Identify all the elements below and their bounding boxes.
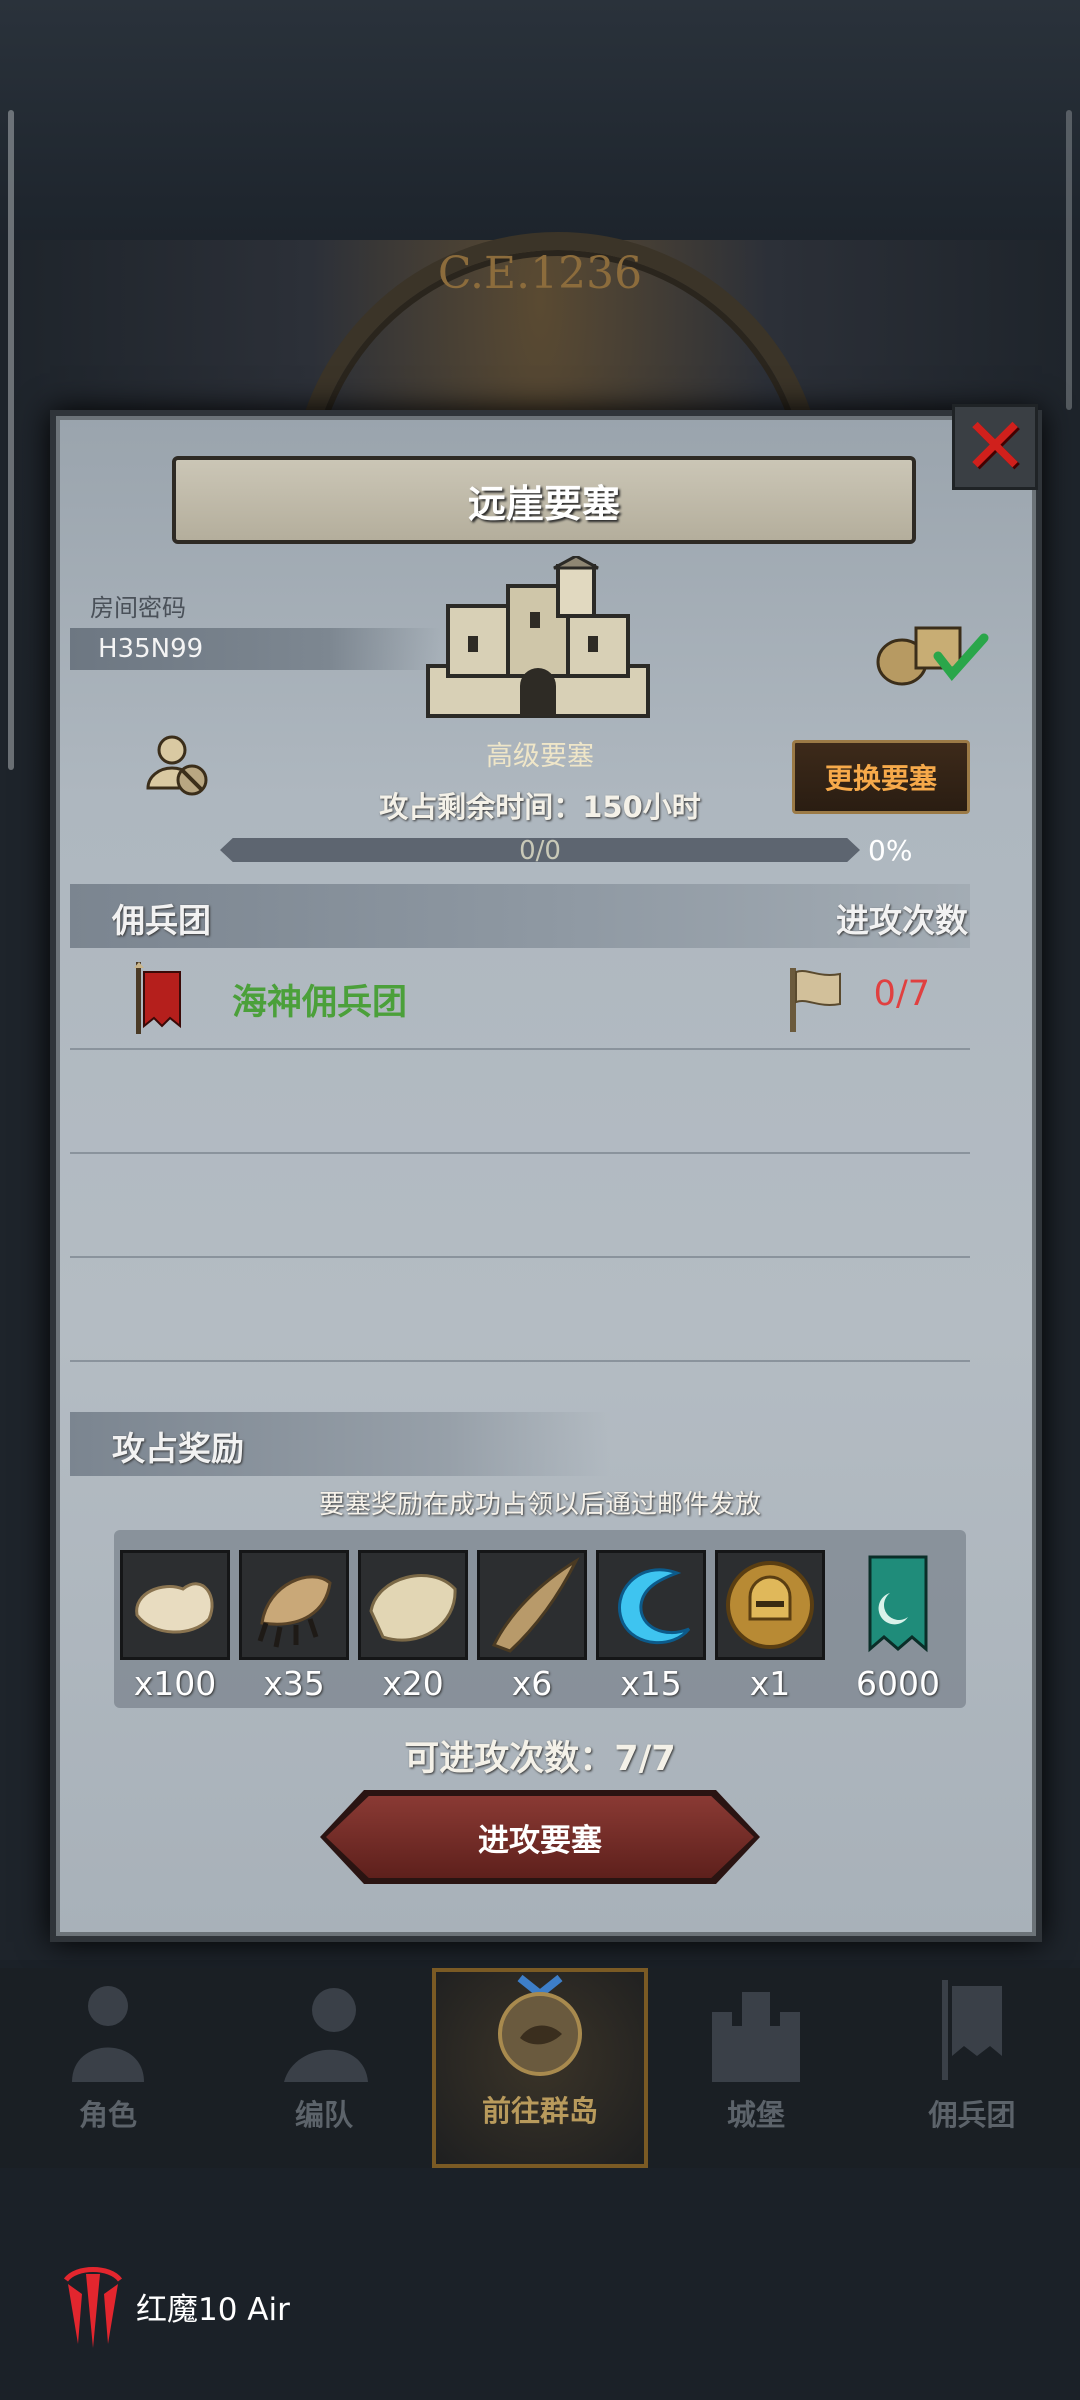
nav-item-formation[interactable]: 编队 bbox=[216, 1968, 432, 2168]
left-edge-scrollbar bbox=[8, 110, 14, 770]
mercenary-header: 佣兵团 bbox=[112, 901, 211, 940]
reward-item[interactable]: 6000 bbox=[843, 1550, 953, 1703]
reward-slot bbox=[239, 1550, 349, 1660]
mercenary-row[interactable]: 海神佣兵团 0/7 bbox=[70, 946, 970, 1050]
reward-qty: x15 bbox=[620, 1664, 682, 1703]
knight-icon bbox=[72, 1986, 144, 2082]
reward-slot bbox=[843, 1550, 953, 1660]
nav-label: 前往群岛 bbox=[481, 2094, 598, 2128]
reward-slot bbox=[715, 1550, 825, 1660]
nav-label: 编队 bbox=[294, 2098, 353, 2132]
blue-wave-icon bbox=[618, 1568, 691, 1644]
reward-slot bbox=[120, 1550, 230, 1660]
castle-icon bbox=[712, 1992, 800, 2082]
device-watermark: 红魔10 Air bbox=[62, 2264, 290, 2348]
horn-icon bbox=[491, 1556, 580, 1653]
empty-mercenary-row bbox=[70, 1258, 970, 1362]
right-edge-scrollbar bbox=[1066, 110, 1072, 410]
mercenary-attack-count: 0/7 bbox=[873, 974, 930, 1014]
attack-count-header: 进攻次数 bbox=[836, 901, 968, 940]
claw-icon bbox=[257, 1575, 332, 1648]
nav-item-castle[interactable]: 城堡 bbox=[648, 1968, 864, 2168]
fortress-castle-icon bbox=[426, 556, 650, 718]
reward-qty: x100 bbox=[133, 1664, 217, 1703]
progress-percent: 0% bbox=[868, 834, 913, 867]
dialog-title: 远崖要塞 bbox=[172, 456, 916, 544]
formation-icon bbox=[284, 1988, 368, 2082]
teal-banner-icon bbox=[868, 1555, 928, 1653]
empty-mercenary-row bbox=[70, 1050, 970, 1154]
knight-helmet-medal-icon bbox=[726, 1561, 814, 1649]
room-code-value: H35N99 bbox=[98, 634, 204, 664]
reward-slot bbox=[596, 1550, 706, 1660]
device-brand-text: 红魔10 Air bbox=[136, 2291, 290, 2328]
mercenary-icon bbox=[942, 1980, 1002, 2080]
island-compass-icon bbox=[498, 1974, 582, 2076]
red-guild-banner-icon bbox=[134, 962, 181, 1034]
reward-qty: x6 bbox=[511, 1664, 553, 1703]
reward-qty: x1 bbox=[749, 1664, 791, 1703]
time-remaining: 攻占剩余时间：150小时 bbox=[379, 790, 701, 824]
nav-item-go-to-islands[interactable]: 前往群岛 bbox=[432, 1968, 648, 2168]
reward-item[interactable]: x15 bbox=[596, 1550, 706, 1703]
reward-qty: x20 bbox=[382, 1664, 444, 1703]
close-button[interactable]: ✕ bbox=[952, 404, 1038, 490]
reward-qty: x35 bbox=[263, 1664, 325, 1703]
red-magic-logo-icon bbox=[63, 2267, 123, 2348]
nav-label: 角色 bbox=[78, 2098, 137, 2132]
nav-label: 城堡 bbox=[726, 2098, 785, 2132]
supply-bag-check-icon[interactable] bbox=[872, 618, 992, 688]
reward-item[interactable]: x100 bbox=[120, 1550, 230, 1703]
empty-mercenary-row bbox=[70, 1154, 970, 1258]
reward-item[interactable]: x1 bbox=[715, 1550, 825, 1703]
attack-flag-icon bbox=[790, 968, 841, 1032]
nav-label: 佣兵团 bbox=[928, 2098, 1016, 2132]
reward-item[interactable]: x20 bbox=[358, 1550, 468, 1703]
rewards-note: 要塞奖励在成功占领以后通过邮件发放 bbox=[318, 1490, 761, 1520]
era-text: C.E.1236 bbox=[437, 248, 643, 299]
rewards-header: 攻占奖励 bbox=[112, 1429, 244, 1468]
reward-slot bbox=[477, 1550, 587, 1660]
reward-slot bbox=[358, 1550, 468, 1660]
fur-pelt-icon bbox=[135, 1582, 214, 1634]
nav-item-character[interactable]: 角色 bbox=[0, 1968, 216, 2168]
progress-text: 0/0 bbox=[519, 836, 561, 866]
reward-item[interactable]: x35 bbox=[239, 1550, 349, 1703]
nav-item-mercenary[interactable]: 佣兵团 bbox=[864, 1968, 1080, 2168]
reward-qty: 6000 bbox=[856, 1664, 940, 1703]
mercenary-name: 海神佣兵团 bbox=[232, 983, 408, 1023]
room-code-label: 房间密码 bbox=[90, 594, 186, 622]
hide-icon bbox=[369, 1574, 457, 1642]
reward-item[interactable]: x6 bbox=[477, 1550, 587, 1703]
close-icon: ✕ bbox=[962, 402, 1028, 492]
attack-attempts: 可进攻次数：7/7 bbox=[404, 1739, 676, 1779]
top-background bbox=[0, 0, 1080, 240]
bottom-nav: 角色 编队 前往群岛 城堡 佣兵团 bbox=[0, 1968, 1080, 2168]
attack-fortress-button[interactable]: 进攻要塞 bbox=[326, 1796, 754, 1878]
